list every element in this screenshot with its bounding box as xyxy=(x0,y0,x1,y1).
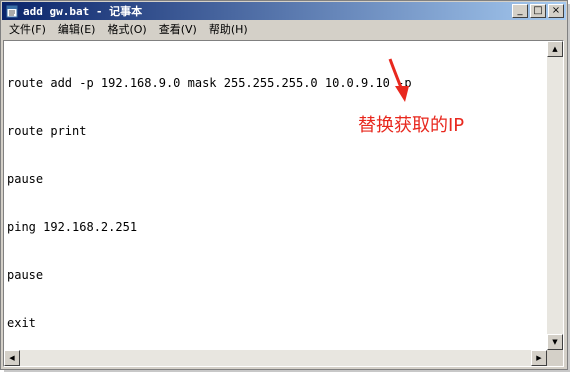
scroll-right-button[interactable]: ▶ xyxy=(531,350,547,366)
window-shadow-bottom xyxy=(4,370,570,372)
text-line: route add -p 192.168.9.0 mask 255.255.25… xyxy=(7,76,412,90)
scroll-up-arrow-icon: ▲ xyxy=(552,44,558,53)
notepad-window: add gw.bat - 记事本 _ □ × 文件(F) 编辑(E) 格式(O)… xyxy=(0,0,568,370)
annotation-label: 替换获取的IP xyxy=(358,115,465,136)
menu-view[interactable]: 查看(V) xyxy=(153,21,203,39)
vertical-scrollbar[interactable]: ▲ ▼ xyxy=(547,41,563,350)
minimize-button[interactable]: _ xyxy=(512,4,528,18)
minimize-icon: _ xyxy=(517,5,523,16)
menu-bar: 文件(F) 编辑(E) 格式(O) 查看(V) 帮助(H) xyxy=(3,21,565,39)
text-line: route print xyxy=(7,124,87,138)
scroll-up-button[interactable]: ▲ xyxy=(547,41,563,57)
document-text[interactable]: route add -p 192.168.9.0 mask 255.255.25… xyxy=(7,43,412,363)
text-line: pause xyxy=(7,268,44,282)
maximize-icon: □ xyxy=(533,5,543,16)
scroll-right-arrow-icon: ▶ xyxy=(536,353,542,362)
scroll-down-button[interactable]: ▼ xyxy=(547,334,563,350)
window-controls: _ □ × xyxy=(510,4,564,18)
notepad-icon xyxy=(5,4,19,18)
text-line: ping 192.168.2.251 xyxy=(7,220,138,234)
close-icon: × xyxy=(551,5,561,16)
annotation-arrow-icon xyxy=(388,58,409,102)
scroll-left-arrow-icon: ◀ xyxy=(9,353,15,362)
text-editor[interactable]: route add -p 192.168.9.0 mask 255.255.25… xyxy=(3,40,564,367)
scroll-down-arrow-icon: ▼ xyxy=(552,337,558,346)
text-line: exit xyxy=(7,316,36,330)
horizontal-scrollbar[interactable]: ◀ ▶ xyxy=(4,350,547,366)
menu-edit[interactable]: 编辑(E) xyxy=(52,21,102,39)
scroll-left-button[interactable]: ◀ xyxy=(4,350,20,366)
window-title: add gw.bat - 记事本 xyxy=(23,5,143,18)
close-button[interactable]: × xyxy=(548,4,564,18)
menu-file[interactable]: 文件(F) xyxy=(3,21,52,39)
menu-help[interactable]: 帮助(H) xyxy=(203,21,254,39)
text-line: pause xyxy=(7,172,44,186)
menu-format[interactable]: 格式(O) xyxy=(101,21,152,39)
maximize-button[interactable]: □ xyxy=(530,4,546,18)
title-bar[interactable]: add gw.bat - 记事本 _ □ × xyxy=(2,2,566,20)
scrollbar-corner xyxy=(547,350,563,366)
